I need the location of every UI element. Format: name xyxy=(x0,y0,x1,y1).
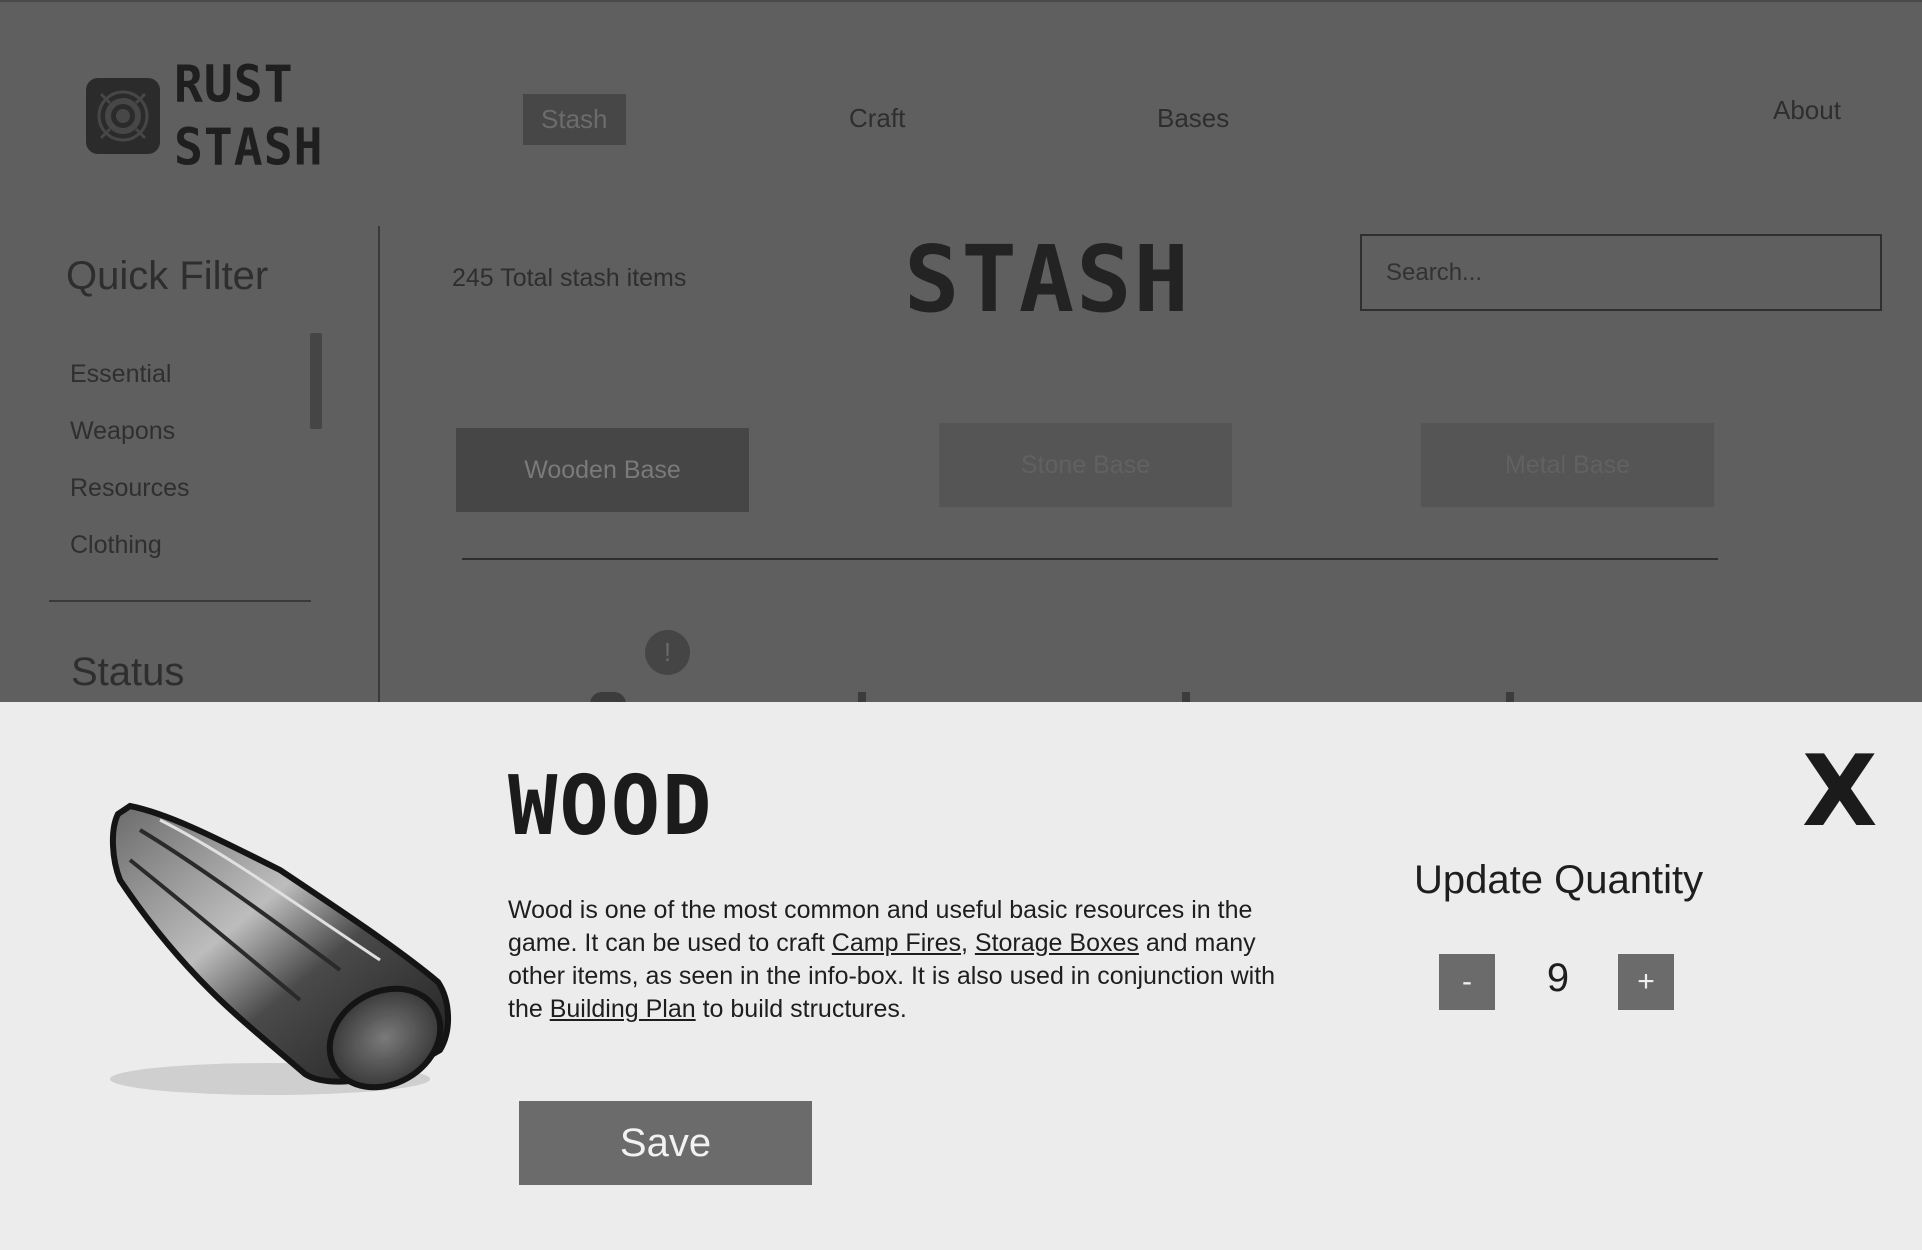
decrement-button[interactable]: - xyxy=(1439,954,1495,1010)
wooden-base-button[interactable]: Wooden Base xyxy=(456,428,749,512)
filter-essential[interactable]: Essential xyxy=(70,360,171,389)
description-text: to build structures. xyxy=(695,995,907,1023)
logo[interactable]: RUST STASH xyxy=(86,53,324,179)
total-items-count: 245 Total stash items xyxy=(452,264,687,292)
filter-scrollbar[interactable] xyxy=(310,333,322,429)
metal-base-button[interactable]: Metal Base xyxy=(1421,423,1714,507)
nav-about[interactable]: About xyxy=(1773,95,1841,126)
item-card-peek xyxy=(1182,692,1190,702)
increment-button[interactable]: + xyxy=(1618,954,1674,1010)
rust-stash-logo-icon xyxy=(86,78,160,154)
item-card-peek xyxy=(858,692,866,702)
update-quantity-label: Update Quantity xyxy=(1414,858,1704,902)
item-card-peek xyxy=(590,692,626,702)
storage-boxes-link[interactable]: Storage Boxes xyxy=(975,929,1139,957)
alert-icon[interactable]: ! xyxy=(645,630,690,675)
camp-fires-link[interactable]: Camp Fires xyxy=(832,929,961,957)
building-plan-link[interactable]: Building Plan xyxy=(550,995,696,1023)
top-border xyxy=(0,0,1922,2)
app-background: RUST STASH Stash Craft Bases About Quick… xyxy=(0,0,1922,702)
logo-text: RUST STASH xyxy=(174,53,324,179)
description-separator: , xyxy=(960,929,975,957)
item-title: WOOD xyxy=(508,759,714,854)
stone-base-button[interactable]: Stone Base xyxy=(939,423,1232,507)
quick-filter-title: Quick Filter xyxy=(66,254,269,298)
nav-bases[interactable]: Bases xyxy=(1157,103,1229,134)
search-input[interactable] xyxy=(1360,234,1882,311)
item-description: Wood is one of the most common and usefu… xyxy=(508,894,1308,1026)
item-card-peek xyxy=(1506,692,1514,702)
filter-resources[interactable]: Resources xyxy=(70,474,190,503)
nav-craft[interactable]: Craft xyxy=(849,103,905,134)
nav-stash[interactable]: Stash xyxy=(523,94,626,145)
quantity-value: 9 xyxy=(1546,956,1570,1000)
logo-line1: RUST xyxy=(174,55,294,114)
wood-log-image xyxy=(100,800,460,1120)
close-button[interactable]: X xyxy=(1802,742,1878,842)
item-detail-modal: WOOD Wood is one of the most common and … xyxy=(0,702,1922,1250)
filter-clothing[interactable]: Clothing xyxy=(70,531,162,560)
logo-line2: STASH xyxy=(174,118,324,177)
save-button[interactable]: Save xyxy=(519,1101,812,1185)
page-title: STASH xyxy=(904,226,1191,333)
main-divider xyxy=(462,558,1718,560)
sidebar-border xyxy=(378,226,380,702)
status-title: Status xyxy=(71,650,185,694)
filter-weapons[interactable]: Weapons xyxy=(70,417,175,446)
sidebar-divider xyxy=(49,600,311,602)
